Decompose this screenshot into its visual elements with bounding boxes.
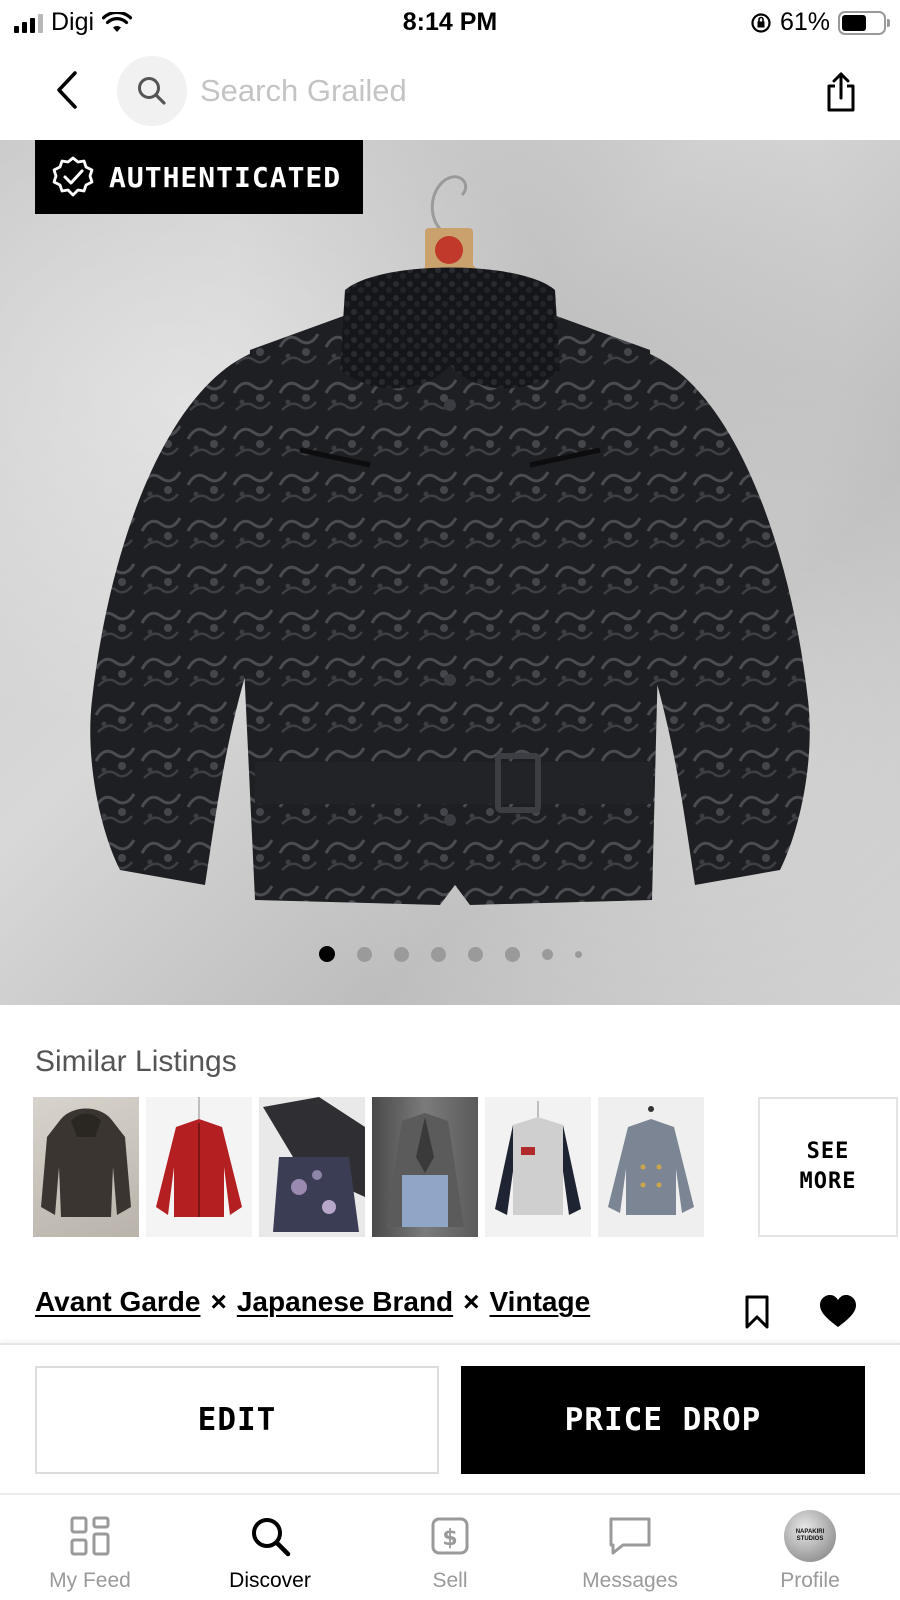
like-button[interactable] (818, 1294, 858, 1330)
similar-listing-thumb[interactable] (598, 1097, 704, 1237)
svg-text:$: $ (442, 1526, 457, 1551)
similar-listing-thumb[interactable] (33, 1097, 139, 1237)
share-icon (827, 72, 855, 112)
nav-label: Messages (582, 1569, 678, 1592)
nav-label: Sell (432, 1569, 468, 1592)
similar-listing-thumb[interactable] (146, 1097, 252, 1237)
chevron-left-icon (57, 71, 77, 109)
status-bar: Digi 8:14 PM 61% (0, 0, 900, 46)
jacket-photo (90, 175, 810, 905)
page-dot[interactable] (541, 948, 553, 960)
designer-link-vintage[interactable]: Vintage (490, 1286, 591, 1318)
designer-separator: × (210, 1286, 227, 1317)
nav-label: My Feed (49, 1569, 131, 1592)
avatar-text-2: STUDIOS (796, 1536, 824, 1542)
battery-icon (838, 10, 890, 35)
designer-link-avant-garde[interactable]: Avant Garde (35, 1286, 200, 1318)
page-dot[interactable] (467, 946, 483, 962)
nav-profile[interactable]: NAPAKIRI STUDIOS Profile (720, 1495, 900, 1600)
heart-icon (820, 1295, 856, 1327)
see-more-line-1: SEE (806, 1139, 850, 1164)
search-button[interactable] (117, 56, 187, 126)
avatar: NAPAKIRI STUDIOS (784, 1510, 836, 1562)
back-button[interactable] (44, 64, 92, 116)
authenticated-label: AUTHENTICATED (109, 160, 342, 194)
status-right: 61% (750, 8, 890, 37)
bookmark-icon (745, 1295, 769, 1329)
edit-button[interactable]: EDIT (35, 1366, 439, 1474)
similar-listing-thumb[interactable] (485, 1097, 591, 1237)
similar-listings-title: Similar Listings (35, 1045, 237, 1078)
nav-label: Discover (229, 1569, 311, 1592)
page-dot[interactable] (504, 946, 520, 962)
bottom-nav: My Feed Discover $ Sell Messages NAPAKIR… (0, 1493, 900, 1600)
save-button[interactable] (742, 1294, 772, 1330)
search-icon (138, 77, 166, 105)
nav-sell[interactable]: $ Sell (360, 1495, 540, 1600)
image-pagination (0, 946, 900, 962)
see-more-line-2: MORE (799, 1169, 857, 1194)
nav-my-feed[interactable]: My Feed (0, 1495, 180, 1600)
grid-icon (70, 1516, 110, 1556)
page-dot[interactable] (393, 946, 409, 962)
avatar-text-1: NAPAKIRI (795, 1529, 825, 1535)
nav-label: Profile (780, 1569, 840, 1592)
page-dot[interactable] (430, 946, 446, 962)
page-dot[interactable] (574, 950, 582, 958)
similar-listing-thumb[interactable] (372, 1097, 478, 1237)
search-icon (252, 1518, 291, 1557)
authenticated-badge: AUTHENTICATED (35, 140, 363, 214)
header (0, 46, 900, 140)
page-dot[interactable] (318, 946, 335, 962)
nav-messages[interactable]: Messages (540, 1495, 720, 1600)
see-more-button[interactable]: SEE MORE (758, 1097, 898, 1237)
battery-percent: 61% (779, 8, 830, 36)
designer-separator: × (463, 1286, 480, 1317)
similar-listing-thumb[interactable] (259, 1097, 365, 1237)
share-button[interactable] (816, 64, 866, 120)
page-dot[interactable] (356, 946, 372, 962)
search-input[interactable] (200, 68, 760, 114)
designer-link-japanese-brand[interactable]: Japanese Brand (237, 1286, 453, 1318)
product-image[interactable]: AUTHENTICATED (0, 140, 900, 1005)
price-drop-button[interactable]: PRICE DROP (461, 1366, 865, 1474)
action-bar: EDIT PRICE DROP (0, 1343, 900, 1493)
orientation-lock-icon (750, 12, 772, 34)
designer-links: Avant Garde × Japanese Brand × Vintage (35, 1286, 590, 1318)
nav-discover[interactable]: Discover (180, 1495, 360, 1600)
chat-bubble-icon (609, 1517, 651, 1555)
dollar-tag-icon: $ (431, 1517, 469, 1555)
verified-badge-icon (52, 156, 94, 197)
similar-listings-row: SEE MORE (33, 1097, 898, 1237)
